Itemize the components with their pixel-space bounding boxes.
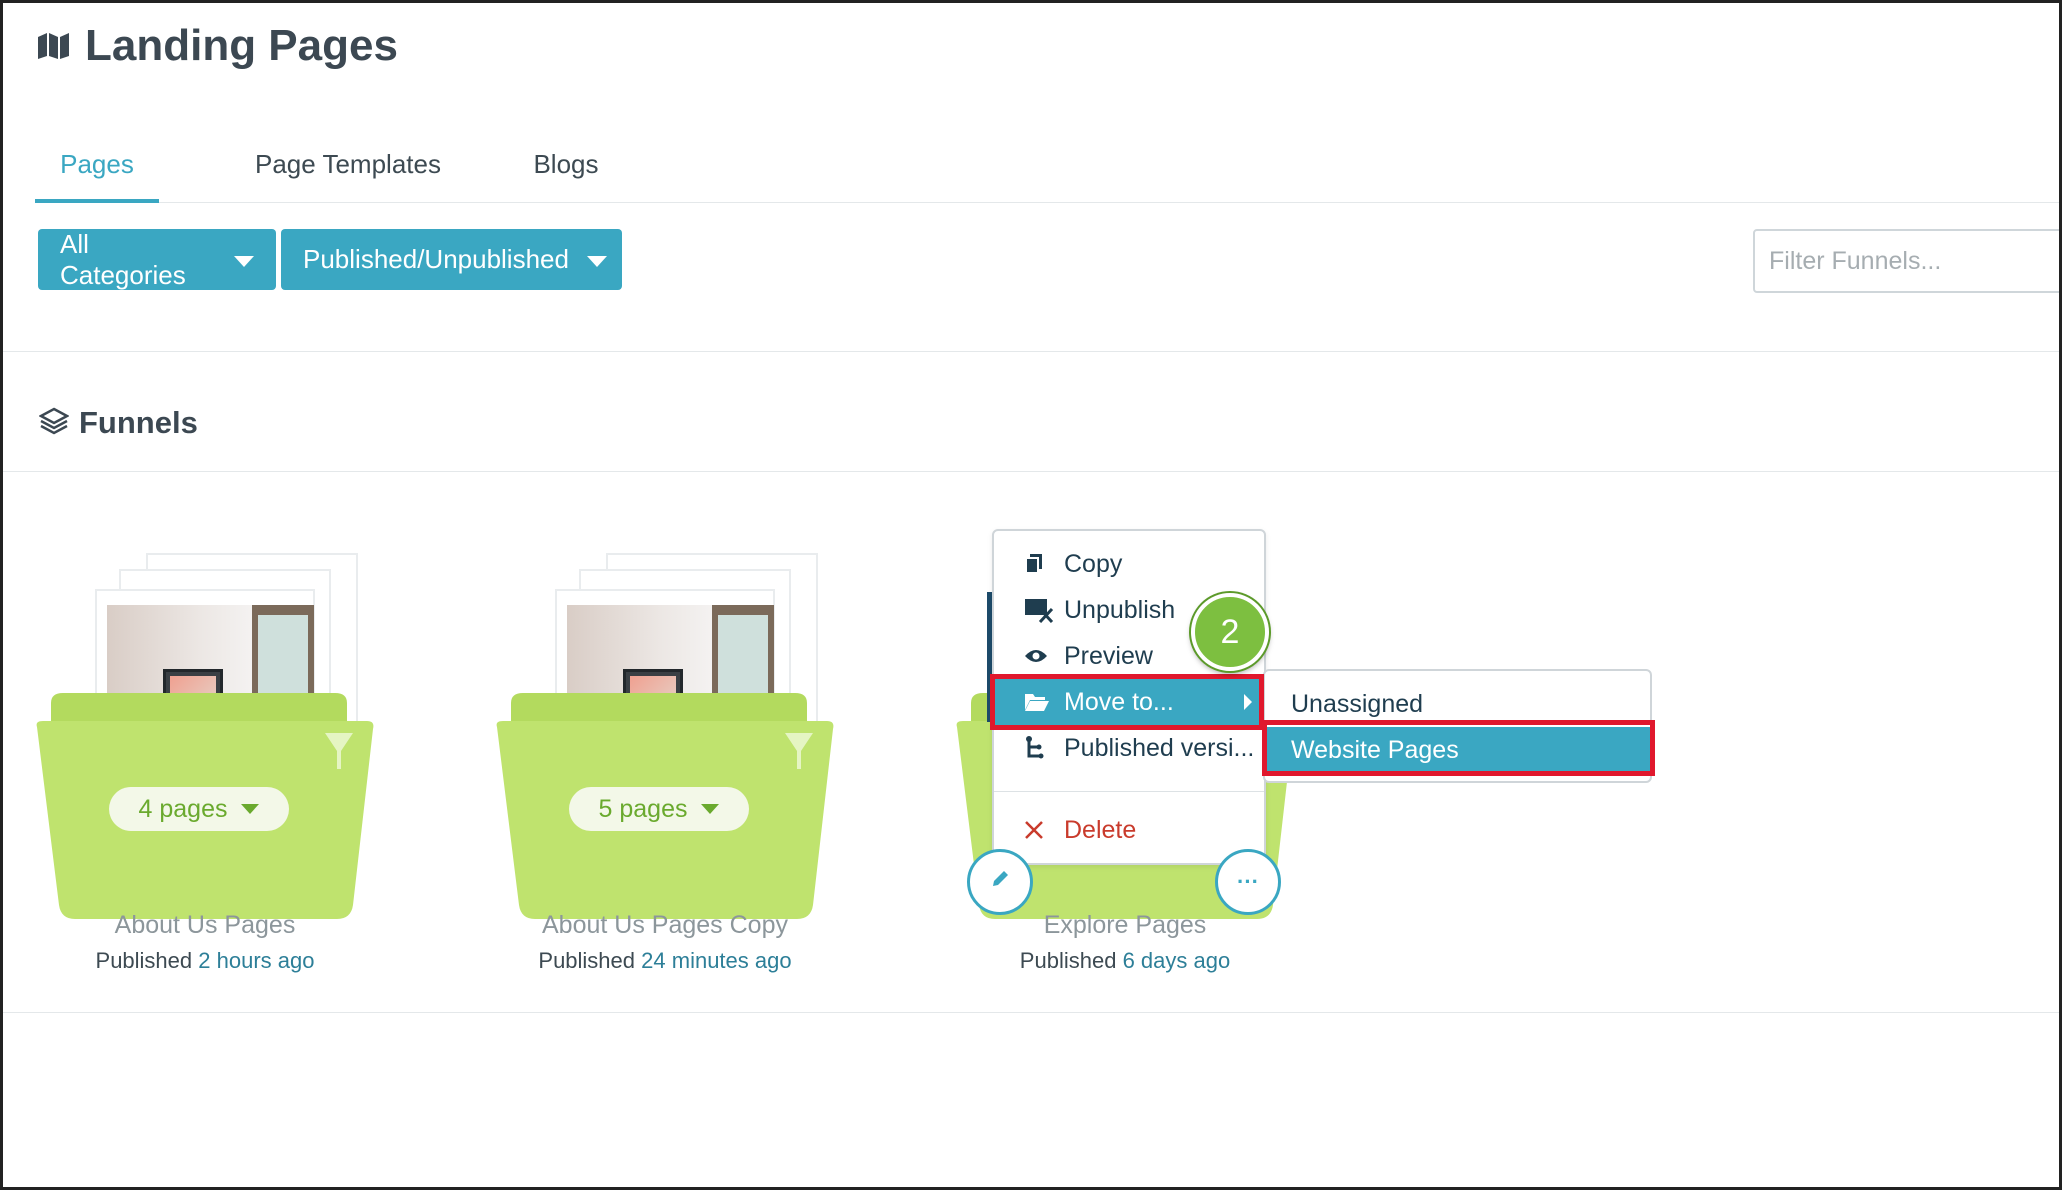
menu-item-copy[interactable]: Copy [994,541,1264,587]
status-time: 24 minutes ago [641,948,792,973]
layers-icon [38,407,70,440]
menu-item-delete[interactable]: Delete [994,807,1264,853]
context-menu: Copy Unpublish Preview Move to... Publis… [992,529,1266,865]
pages-count-label: 4 pages [138,794,228,823]
edit-button[interactable] [967,849,1033,915]
divider [3,351,2059,352]
funnel-status: Published 2 hours ago [35,948,375,974]
tab-blogs[interactable]: Blogs [521,141,611,203]
funnels-title-text: Funnels [79,405,198,440]
page-title-text: Landing Pages [85,21,398,70]
menu-item-label: Move to... [1064,687,1174,716]
menu-item-label: Delete [1064,815,1137,844]
status-prefix: Published [538,948,636,973]
status-time: 2 hours ago [198,948,315,973]
map-icon [37,32,71,60]
folder-open-icon [1024,692,1064,712]
all-categories-dropdown[interactable]: All Categories [38,229,276,290]
submenu-arrow-icon [1244,694,1252,710]
menu-item-label: Unpublish [1064,595,1176,624]
funnel-status: Published 24 minutes ago [495,948,835,974]
menu-item-label: Preview [1064,641,1153,670]
filter-funnels-input[interactable] [1753,229,2059,293]
published-status-dropdown[interactable]: Published/Unpublished [281,229,622,290]
published-status-label: Published/Unpublished [303,244,569,274]
tab-bar: Pages Page Templates Blogs [35,141,2059,203]
caret-down-icon [241,804,260,814]
close-icon [1024,820,1064,840]
divider [3,1012,2059,1013]
funnel-status: Published 6 days ago [955,948,1295,974]
unpublish-icon [1024,597,1064,623]
tab-page-templates[interactable]: Page Templates [235,141,461,203]
funnel-card[interactable]: 5 pages About Us Pages Copy Published 24… [495,543,835,983]
menu-item-published-versions[interactable]: Published versi... [994,725,1264,771]
step-number-badge: 2 [1191,593,1269,671]
funnels-section-title: Funnels [38,405,198,441]
pages-count-dropdown[interactable]: 5 pages [569,787,749,831]
pages-count-label: 5 pages [598,794,688,823]
status-time: 6 days ago [1122,948,1231,973]
menu-item-label: Published versi... [1064,733,1255,762]
copy-icon [1024,553,1064,575]
caret-down-icon [234,255,254,267]
caret-down-icon [701,804,720,814]
menu-divider [994,791,1264,792]
menu-item-label: Copy [1064,549,1123,578]
funnel-name[interactable]: Explore Pages [955,911,1295,940]
move-to-submenu: Unassigned Website Pages [1263,669,1652,783]
divider [3,471,2059,472]
page-title: Landing Pages [37,21,398,71]
app-window: Landing Pages Pages Page Templates Blogs… [0,0,2062,1190]
ellipsis-icon: ··· [1237,869,1259,894]
tab-pages[interactable]: Pages [35,141,159,203]
status-prefix: Published [95,948,193,973]
funnel-card[interactable]: 4 pages About Us Pages Published 2 hours… [35,543,375,983]
funnel-name[interactable]: About Us Pages [35,911,375,940]
caret-down-icon [586,255,607,267]
version-tree-icon [1024,736,1064,760]
menu-item-move-to[interactable]: Move to... [994,679,1264,725]
eye-icon [1024,648,1064,664]
submenu-item-website-pages[interactable]: Website Pages [1265,727,1650,773]
funnel-name[interactable]: About Us Pages Copy [495,911,835,940]
submenu-item-unassigned[interactable]: Unassigned [1265,681,1650,727]
pages-count-dropdown[interactable]: 4 pages [109,787,289,831]
more-options-button[interactable]: ··· [1215,849,1281,915]
pencil-icon [990,869,1010,895]
status-prefix: Published [1019,948,1117,973]
all-categories-label: All Categories [60,228,186,290]
